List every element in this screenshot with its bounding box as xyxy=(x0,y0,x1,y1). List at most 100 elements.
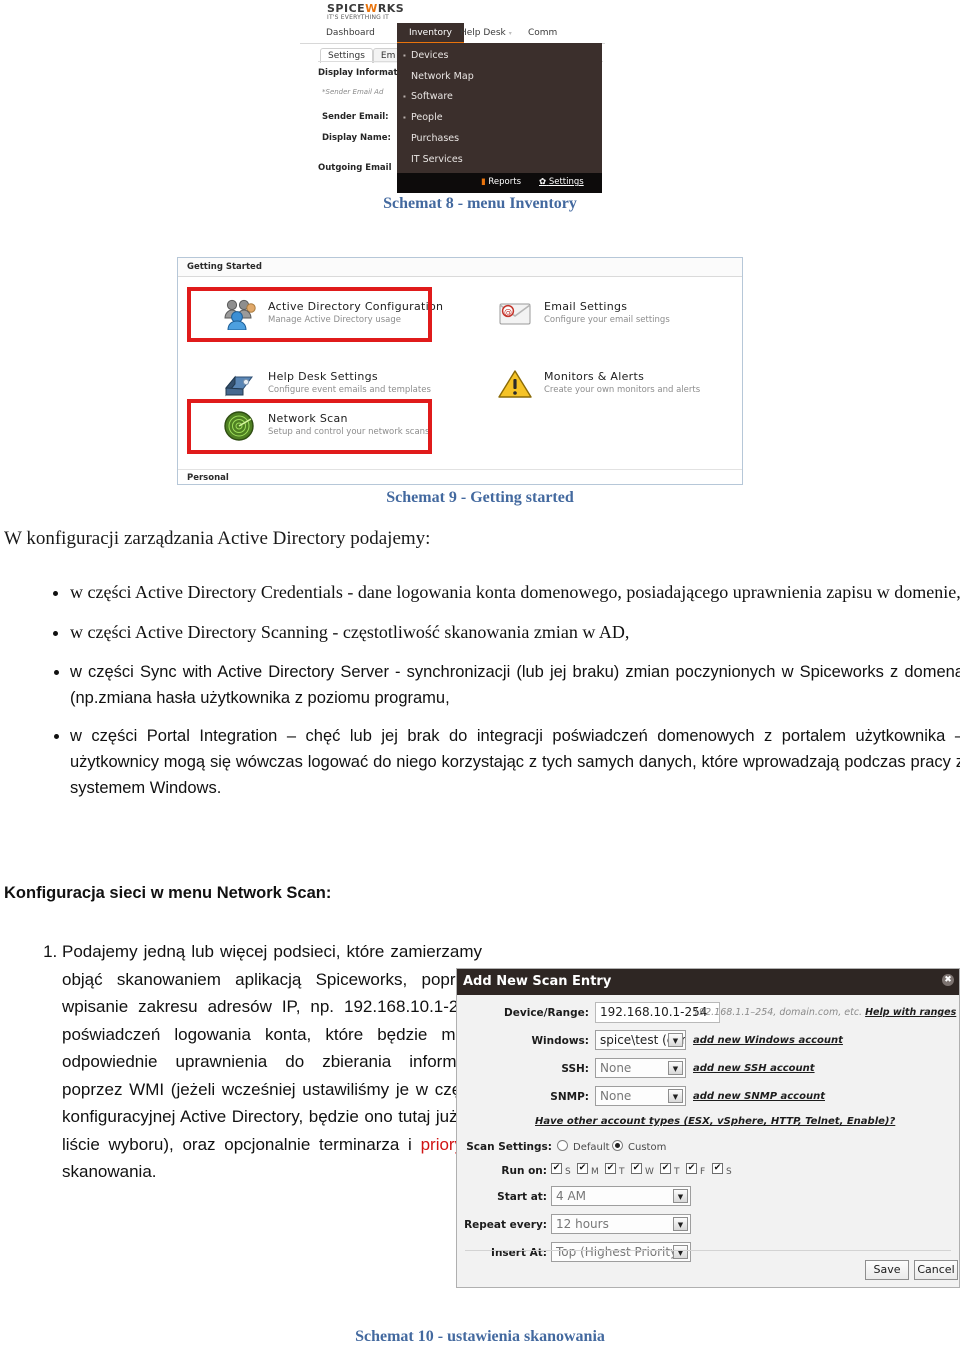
add-new-snmp-account-link[interactable]: add new SNMP account xyxy=(693,1091,825,1102)
hint-prefix: 192.168.1.1–254, domain.com, etc. xyxy=(693,1007,866,1018)
menu-item-purchases[interactable]: Purchases xyxy=(411,133,459,144)
caption-figure-9: Schemat 9 - Getting started xyxy=(386,489,574,506)
footer-item-settings[interactable]: ✿ Settings xyxy=(539,177,584,187)
getting-started-personal-label: Personal xyxy=(187,473,229,483)
label-repeat-every: Repeat every: xyxy=(464,1219,547,1231)
nav-item-dashboard[interactable]: Dashboard xyxy=(326,28,375,38)
day-label-tue: T xyxy=(619,1167,625,1177)
label-snmp: SNMP: xyxy=(550,1091,589,1103)
list-item: w części Sync with Active Directory Serv… xyxy=(70,659,960,711)
checkbox-day-wed[interactable]: ✔ xyxy=(631,1163,642,1174)
footer-item-reports-label: Reports xyxy=(488,177,521,187)
nav-item-help-desk[interactable]: Help Desk ▾ xyxy=(460,28,512,38)
tile-title: Email Settings xyxy=(544,300,628,313)
label-device-range: Device/Range: xyxy=(504,1007,589,1019)
tile-subtitle: Manage Active Directory usage xyxy=(268,315,401,325)
radio-scan-settings-custom[interactable] xyxy=(612,1140,623,1151)
list-item: Podajemy jedną lub więcej podsieci, któr… xyxy=(62,938,482,1186)
day-label-thu: T xyxy=(674,1167,680,1177)
getting-started-footer-divider xyxy=(178,469,742,470)
bullet-icon-devices: ▪ xyxy=(403,51,406,60)
repeat-every-select[interactable]: 12 hours ▼ xyxy=(551,1214,691,1234)
tile-subtitle: Configure event emails and templates xyxy=(268,385,431,395)
cancel-button[interactable]: Cancel xyxy=(914,1260,958,1280)
tile-title: Network Scan xyxy=(268,412,348,425)
spiceworks-tagline: IT'S EVERYTHING IT xyxy=(327,14,389,21)
day-label-fri: F xyxy=(700,1167,706,1177)
list-item: w części Active Directory Credentials - … xyxy=(70,578,960,606)
label-ssh: SSH: xyxy=(561,1063,589,1075)
menu-item-software[interactable]: Software xyxy=(411,91,453,102)
label-start-at: Start at: xyxy=(497,1191,547,1203)
label-scan-settings: Scan Settings: xyxy=(466,1141,552,1153)
figure-getting-started-screenshot: Getting Started Active Directory Configu… xyxy=(177,257,743,485)
heading-network-scan-config: Konfiguracja sieci w menu Network Scan: xyxy=(4,884,332,902)
chevron-down-icon[interactable]: ▼ xyxy=(668,1061,683,1075)
form-section-display-information: Display Informat xyxy=(318,68,398,78)
nav-item-help-desk-label: Help Desk xyxy=(460,28,506,38)
ssh-account-select[interactable]: None ▼ xyxy=(595,1058,686,1078)
caption-figure-8: Schemat 8 - menu Inventory xyxy=(383,195,577,212)
nav-item-inventory[interactable]: Inventory xyxy=(397,23,464,44)
figure-add-new-scan-entry-dialog: Add New Scan Entry ✖ Device/Range: 192.1… xyxy=(456,968,960,1288)
getting-started-header: Getting Started xyxy=(178,258,742,277)
checkbox-day-thu[interactable]: ✔ xyxy=(660,1163,671,1174)
figure-inventory-menu-screenshot: SPICEWRKS IT'S EVERYTHING IT Dashboard I… xyxy=(300,0,605,196)
menu-item-people[interactable]: People xyxy=(411,112,443,123)
repeat-every-value: 12 hours xyxy=(556,1217,609,1231)
ssh-account-value: None xyxy=(600,1061,632,1075)
document-page: SPICEWRKS IT'S EVERYTHING IT Dashboard I… xyxy=(0,0,960,1355)
add-new-windows-account-link[interactable]: add new Windows account xyxy=(693,1035,843,1046)
spiceworks-navbar: Dashboard Inventory Help Desk ▾ Comm xyxy=(300,23,605,44)
help-with-ranges-link[interactable]: Help with ranges xyxy=(865,1007,956,1018)
chevron-down-icon[interactable]: ▼ xyxy=(673,1245,688,1259)
caption-figure-10: Schemat 10 - ustawienia skanowania xyxy=(355,1328,605,1345)
numbered-item-text-a: Podajemy jedną lub więcej podsieci, któr… xyxy=(62,942,482,1154)
add-new-ssh-account-link[interactable]: add new SSH account xyxy=(693,1063,815,1074)
radio-label-custom: Custom xyxy=(628,1142,667,1153)
checkbox-day-tue[interactable]: ✔ xyxy=(605,1163,616,1174)
menu-item-network-map[interactable]: Network Map xyxy=(411,71,474,82)
form-note-sender-email: *Sender Email Ad xyxy=(322,88,384,96)
close-icon[interactable]: ✖ xyxy=(942,974,954,986)
warning-triangle-icon xyxy=(498,368,532,400)
day-label-sun: S xyxy=(565,1167,571,1177)
gear-icon: ✿ xyxy=(539,177,547,187)
bullet-icon-software: ▪ xyxy=(403,92,406,101)
start-at-select[interactable]: 4 AM ▼ xyxy=(551,1186,691,1206)
insert-at-select[interactable]: Top (Highest Priority) ▼ xyxy=(551,1242,691,1262)
numbered-item-text-b: skanowania. xyxy=(62,1162,157,1182)
list-item: w części Portal Integration – chęć lub j… xyxy=(70,723,960,801)
checkbox-day-mon[interactable]: ✔ xyxy=(577,1163,588,1174)
checkbox-day-sun[interactable]: ✔ xyxy=(551,1163,562,1174)
other-account-types-link[interactable]: Have other account types (ESX, vSphere, … xyxy=(535,1116,895,1127)
tile-subtitle: Configure your email settings xyxy=(544,315,670,325)
tile-title: Monitors & Alerts xyxy=(544,370,645,383)
checkbox-day-fri[interactable]: ✔ xyxy=(686,1163,697,1174)
bullet-list-active-directory: w części Active Directory Credentials - … xyxy=(36,578,960,813)
chevron-down-icon[interactable]: ▼ xyxy=(673,1189,688,1203)
checkbox-day-sat[interactable]: ✔ xyxy=(712,1163,723,1174)
label-insert-at: Insert At: xyxy=(491,1247,547,1259)
chevron-down-icon[interactable]: ▼ xyxy=(668,1089,683,1103)
radio-scan-settings-default[interactable] xyxy=(557,1140,568,1151)
device-range-hint: 192.168.1.1–254, domain.com, etc. Help w… xyxy=(693,1007,956,1018)
dialog-titlebar: Add New Scan Entry ✖ xyxy=(457,969,959,995)
form-label-display-name: Display Name: xyxy=(322,133,391,143)
device-range-value: 192.168.10.1-254 xyxy=(600,1005,708,1019)
footer-item-reports[interactable]: ▮ Reports xyxy=(481,177,521,187)
getting-started-title: Getting Started xyxy=(187,262,262,272)
windows-account-select[interactable]: spice\test (current ▼ xyxy=(595,1030,686,1050)
nav-item-community[interactable]: Comm xyxy=(528,28,557,38)
chevron-down-icon[interactable]: ▼ xyxy=(668,1033,683,1047)
snmp-account-value: None xyxy=(600,1089,632,1103)
day-label-sat: S xyxy=(726,1167,732,1177)
label-windows: Windows: xyxy=(531,1035,589,1047)
chevron-down-icon[interactable]: ▼ xyxy=(673,1217,688,1231)
dialog-title: Add New Scan Entry xyxy=(463,974,612,989)
inventory-dropdown-menu: ▪ Devices Network Map ▪ Software ▪ Peopl… xyxy=(397,43,602,173)
menu-item-it-services[interactable]: IT Services xyxy=(411,154,463,165)
snmp-account-select[interactable]: None ▼ xyxy=(595,1086,686,1106)
menu-item-devices[interactable]: Devices xyxy=(411,50,448,61)
save-button[interactable]: Save xyxy=(865,1260,909,1280)
